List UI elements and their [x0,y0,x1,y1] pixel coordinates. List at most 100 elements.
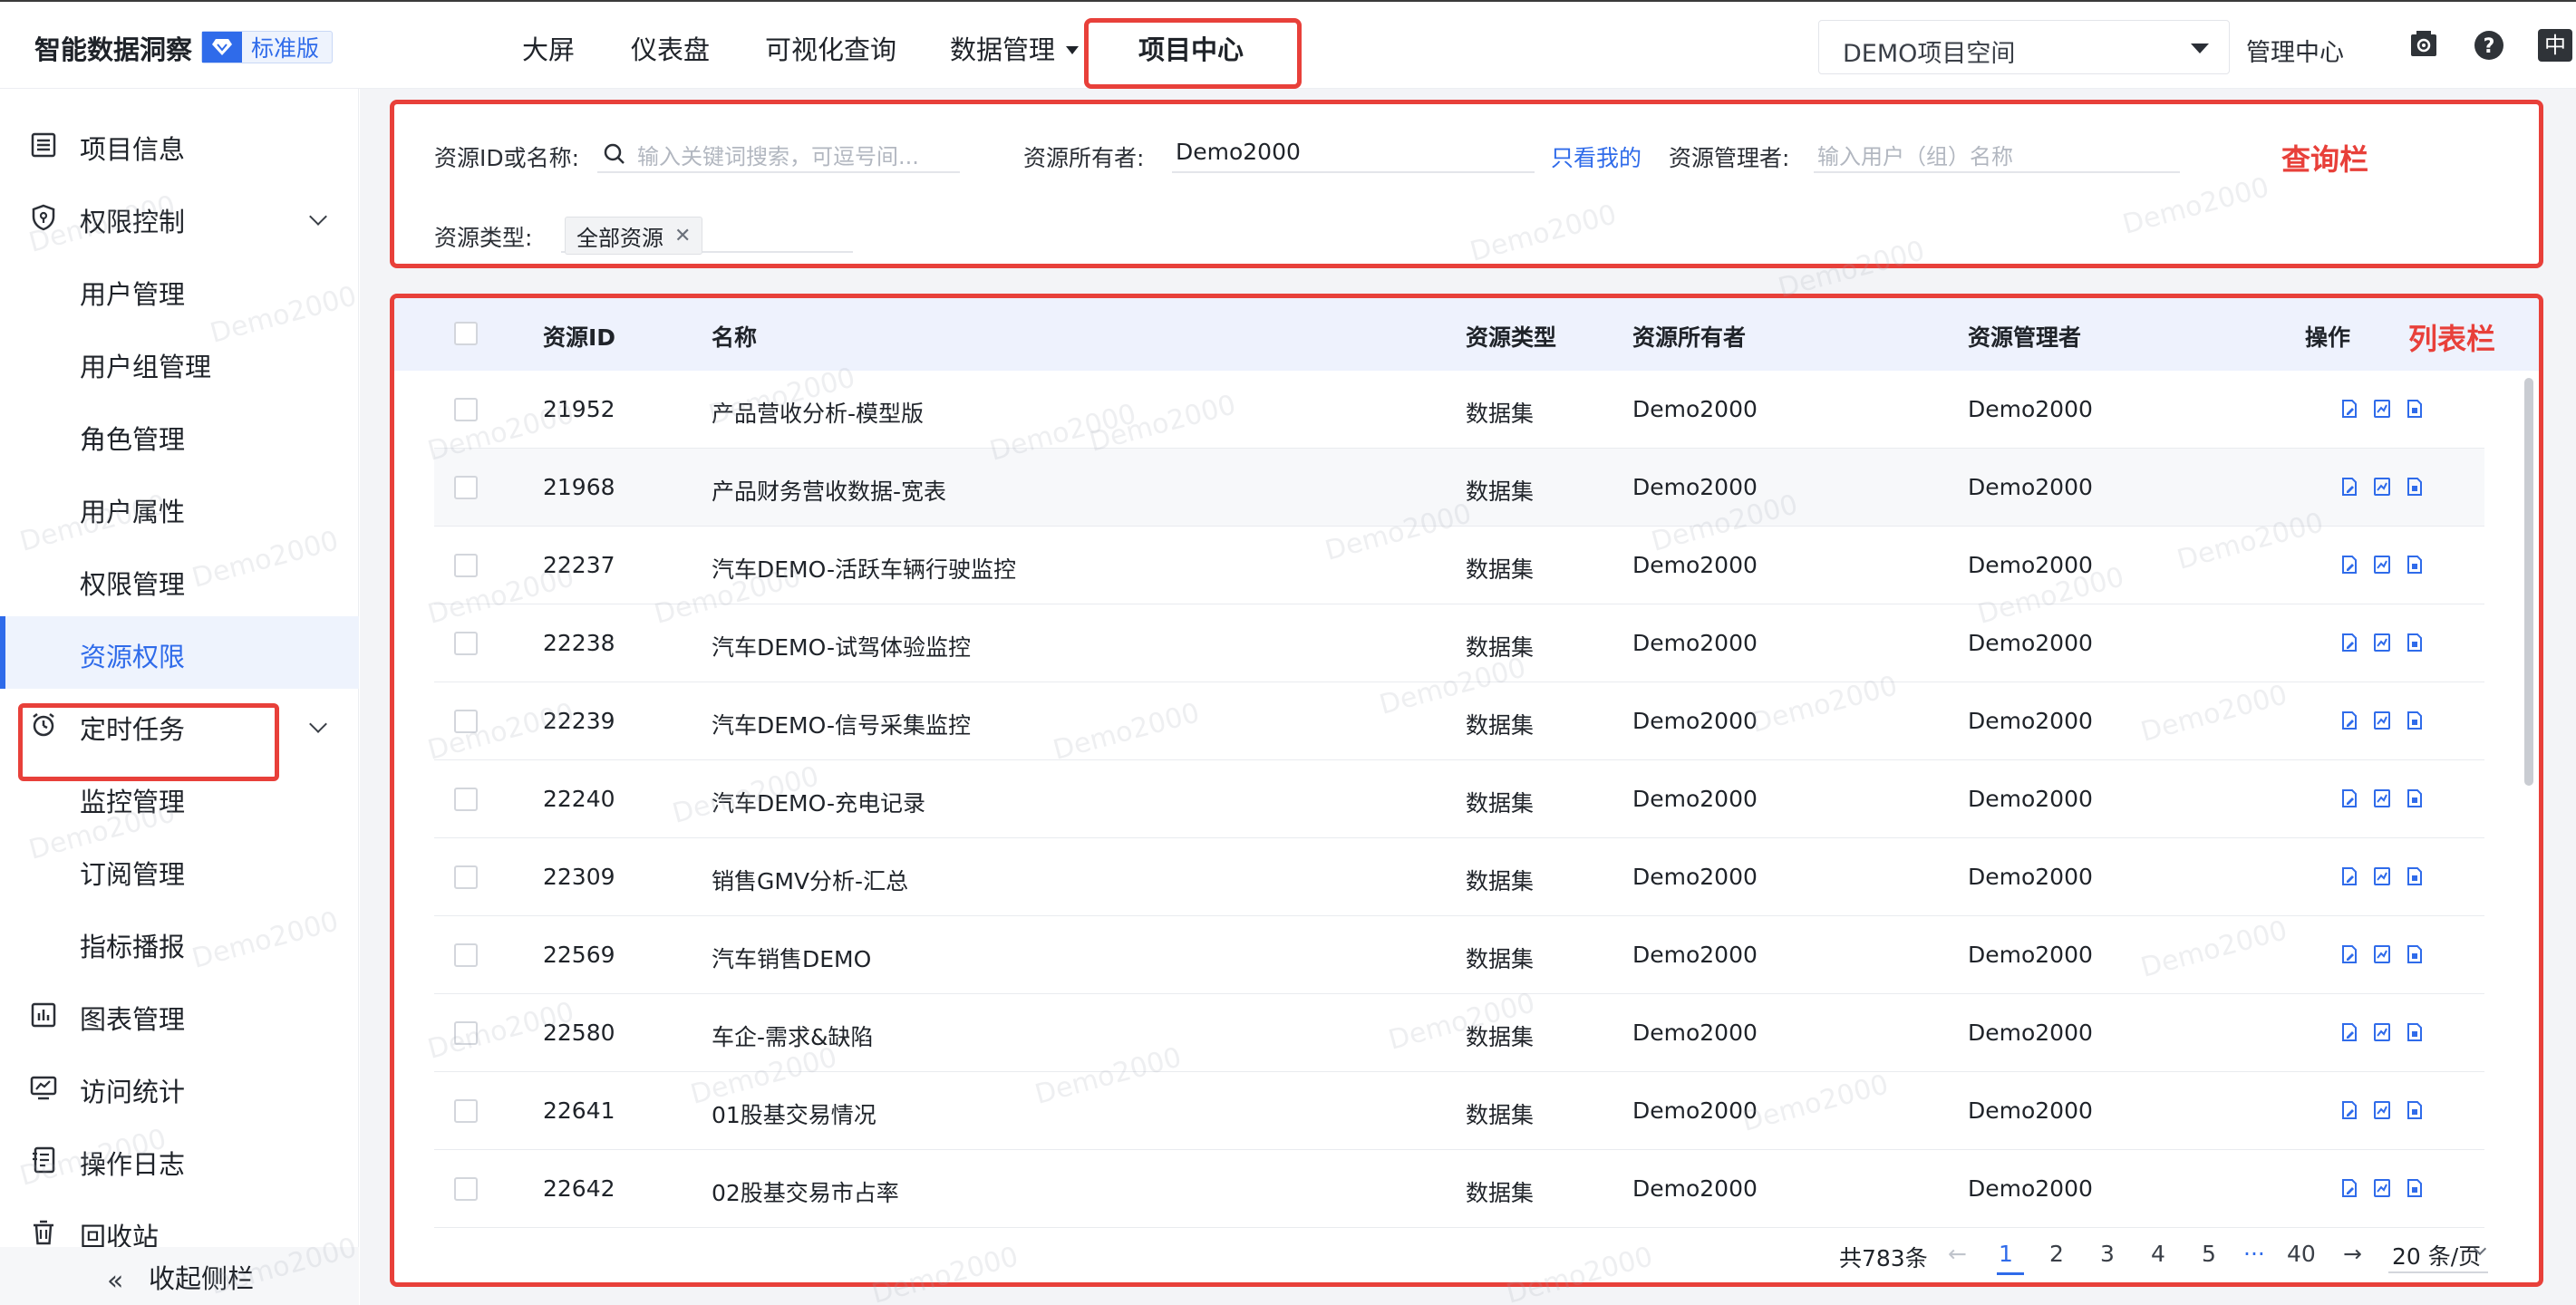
manager-input[interactable]: 输入用户（组）名称 [1814,133,2180,173]
row-checkbox[interactable] [454,632,478,655]
next-page-icon[interactable]: → [2343,1241,2362,1267]
page-4[interactable]: 4 [2151,1241,2165,1267]
table-scrollbar-thumb[interactable] [2524,378,2533,786]
table-row[interactable]: 21968 产品财务营收数据-宽表 数据集 Demo2000 Demo2000 [434,449,2484,527]
sidebar-item-access-statistics[interactable]: 访问统计 [0,1051,359,1124]
page-40[interactable]: 40 [2287,1241,2316,1267]
document-icon[interactable] [2405,398,2425,423]
sidebar-item-role-management[interactable]: 角色管理 [0,399,359,471]
nav-project-center[interactable]: 项目中心 [1138,29,1244,67]
sidebar-item-operation-log[interactable]: 操作日志 [0,1124,359,1196]
edit-icon[interactable] [2339,476,2359,501]
row-checkbox[interactable] [454,398,478,421]
settings-icon[interactable] [2407,29,2440,62]
sidebar-item-chart-management[interactable]: 图表管理 [0,979,359,1051]
edit-icon[interactable] [2339,943,2359,969]
page-size-select[interactable]: 20 条/页 [2388,1232,2488,1273]
row-checkbox[interactable] [454,554,478,577]
column-header-id[interactable]: 资源ID [543,320,615,353]
document-icon[interactable] [2405,476,2425,501]
edit-icon[interactable] [2339,554,2359,579]
chart-icon[interactable] [2372,710,2392,735]
table-row[interactable]: 21952 产品营收分析-模型版 数据集 Demo2000 Demo2000 [434,371,2484,449]
row-checkbox[interactable] [454,476,478,499]
table-row[interactable]: 22641 01股基交易情况 数据集 Demo2000 Demo2000 [434,1072,2484,1150]
document-icon[interactable] [2405,865,2425,891]
edit-icon[interactable] [2339,788,2359,813]
column-header-name[interactable]: 名称 [712,320,757,353]
sidebar-item-project-info[interactable]: 项目信息 [0,109,359,181]
chart-icon[interactable] [2372,554,2392,579]
sidebar-item-access-control[interactable]: 权限控制 [0,181,359,254]
nav-data-management[interactable]: 数据管理 [950,29,1080,67]
edit-icon[interactable] [2339,1099,2359,1125]
document-icon[interactable] [2405,632,2425,657]
table-row[interactable]: 22237 汽车DEMO-活跃车辆行驶监控 数据集 Demo2000 Demo2000 [434,527,2484,604]
only-mine-link[interactable]: 只看我的 [1551,140,1641,173]
close-icon[interactable]: ✕ [674,225,691,247]
nav-dashboard[interactable]: 仪表盘 [631,29,710,67]
row-checkbox[interactable] [454,1099,478,1123]
chart-icon[interactable] [2372,943,2392,969]
admin-center-link[interactable]: 管理中心 [2246,33,2344,68]
edit-icon[interactable] [2339,710,2359,735]
sidebar-item-user-attributes[interactable]: 用户属性 [0,471,359,544]
table-row[interactable]: 22240 汽车DEMO-充电记录 数据集 Demo2000 Demo2000 [434,760,2484,838]
chart-icon[interactable] [2372,632,2392,657]
chart-icon[interactable] [2372,1099,2392,1125]
document-icon[interactable] [2405,1021,2425,1047]
resource-search-input[interactable]: 输入关键词搜索，可逗号间... [597,133,960,173]
row-checkbox[interactable] [454,1177,478,1201]
row-checkbox[interactable] [454,1021,478,1045]
help-icon[interactable]: ? [2473,29,2505,62]
sidebar-item-permission-management[interactable]: 权限管理 [0,544,359,616]
edit-icon[interactable] [2339,632,2359,657]
sidebar-item-metric-broadcast[interactable]: 指标播报 [0,906,359,979]
table-row[interactable]: 22238 汽车DEMO-试驾体验监控 数据集 Demo2000 Demo2000 [434,604,2484,682]
chart-icon[interactable] [2372,865,2392,891]
select-all-checkbox[interactable] [454,322,478,345]
chart-icon[interactable] [2372,1177,2392,1203]
document-icon[interactable] [2405,943,2425,969]
row-checkbox[interactable] [454,865,478,889]
column-header-manager[interactable]: 资源管理者 [1968,320,2081,353]
row-checkbox[interactable] [454,943,478,967]
table-row[interactable]: 22642 02股基交易市占率 数据集 Demo2000 Demo2000 [434,1150,2484,1228]
edit-icon[interactable] [2339,1021,2359,1047]
collapse-sidebar-button[interactable]: « 收起侧栏 [0,1247,359,1305]
chart-icon[interactable] [2372,1021,2392,1047]
sidebar-item-user-group-management[interactable]: 用户组管理 [0,326,359,399]
document-icon[interactable] [2405,710,2425,735]
table-row[interactable]: 22580 车企-需求&缺陷 数据集 Demo2000 Demo2000 [434,994,2484,1072]
language-switch[interactable]: 中 [2538,29,2572,62]
prev-page-icon[interactable]: ← [1948,1241,1967,1267]
chart-icon[interactable] [2372,476,2392,501]
page-3[interactable]: 3 [2100,1241,2115,1267]
table-row[interactable]: 22309 销售GMV分析-汇总 数据集 Demo2000 Demo2000 [434,838,2484,916]
nav-visual-query[interactable]: 可视化查询 [765,29,896,67]
document-icon[interactable] [2405,1177,2425,1203]
edit-icon[interactable] [2339,398,2359,423]
page-ellipsis[interactable]: ··· [2243,1241,2265,1267]
table-row[interactable]: 22569 汽车销售DEMO 数据集 Demo2000 Demo2000 [434,916,2484,994]
project-space-select[interactable]: DEMO项目空间 [1818,20,2230,74]
document-icon[interactable] [2405,788,2425,813]
column-header-owner[interactable]: 资源所有者 [1632,320,1746,353]
page-2[interactable]: 2 [2049,1241,2064,1267]
edit-icon[interactable] [2339,865,2359,891]
page-5[interactable]: 5 [2202,1241,2216,1267]
resource-type-tag[interactable]: 全部资源 ✕ [565,217,703,255]
column-header-type[interactable]: 资源类型 [1466,320,1556,353]
sidebar-item-user-management[interactable]: 用户管理 [0,254,359,326]
table-row[interactable]: 22239 汽车DEMO-信号采集监控 数据集 Demo2000 Demo2000 [434,682,2484,760]
owner-input[interactable]: Demo2000 [1172,133,1535,173]
sidebar-item-resource-permissions[interactable]: 资源权限 [0,616,359,689]
row-checkbox[interactable] [454,710,478,733]
chart-icon[interactable] [2372,398,2392,423]
document-icon[interactable] [2405,1099,2425,1125]
sidebar-item-subscription-management[interactable]: 订阅管理 [0,834,359,906]
edit-icon[interactable] [2339,1177,2359,1203]
nav-dashboard-screen[interactable]: 大屏 [522,29,575,67]
chart-icon[interactable] [2372,788,2392,813]
row-checkbox[interactable] [454,788,478,811]
